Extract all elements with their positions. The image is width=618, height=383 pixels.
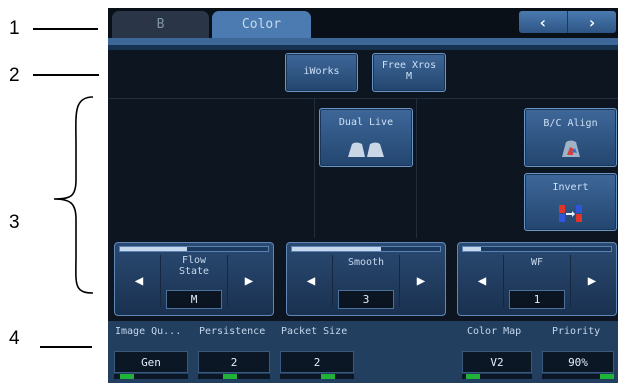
wf-decrease-button[interactable]: ◀ [462,255,502,307]
triangle-right-icon: ▶ [244,273,254,289]
triangle-right-icon: ▶ [416,273,426,289]
iworks-label: iWorks [303,66,340,77]
triangle-right-icon: ▶ [587,273,597,289]
smooth-title: Smooth [347,257,385,268]
param-priority[interactable]: Priority 90% [540,321,616,383]
iworks-button[interactable]: iWorks [285,53,358,92]
free-xros-mode: M [405,71,413,82]
tab-color[interactable]: Color [212,11,311,38]
bc-align-button[interactable]: B/C Align [524,108,617,167]
callout-3: 3 [9,212,20,233]
callout-1-line [33,28,98,30]
wf-value: 1 [509,290,565,309]
wf-increase-button[interactable]: ▶ [572,255,612,307]
param-indicator [280,374,354,379]
param-value: V2 [462,351,532,373]
parameter-strip: Image Qu... Gen Persistence 2 Packet Siz… [108,321,618,383]
param-indicator-mark [465,374,480,379]
param-value: 2 [198,351,270,373]
knob-separator [227,255,228,307]
next-page-button[interactable]: › [568,11,616,33]
chevron-left-icon: ‹ [538,12,548,32]
smooth-value: 3 [338,290,394,309]
previous-page-button[interactable]: ‹ [519,11,568,33]
invert-colormap-icon [559,205,582,222]
section-divider [108,98,618,99]
param-image-quality[interactable]: Image Qu... Gen [112,321,190,383]
flow-state-knob[interactable]: ◀ Flow State M ▶ [114,242,274,316]
param-persistence[interactable]: Persistence 2 [196,321,272,383]
param-indicator-mark [223,374,238,379]
param-name: Priority [552,326,601,337]
param-indicator-mark [599,374,614,379]
flow-state-title-line2: State [178,266,210,277]
wf-title: WF [530,257,544,268]
triangle-left-icon: ◀ [134,273,144,289]
wf-level-bar [462,246,612,252]
flow-state-decrease-button[interactable]: ◀ [119,255,159,307]
align-icon [562,140,580,157]
knob-separator [570,255,571,307]
param-value: 90% [542,351,614,373]
invert-button[interactable]: Invert [524,173,617,231]
callout-1: 1 [9,18,20,39]
tab-b[interactable]: B [112,11,209,38]
triangle-left-icon: ◀ [306,273,316,289]
dual-live-label: Dual Live [338,117,394,128]
smooth-level-fill [292,247,381,251]
wf-knob[interactable]: ◀ WF 1 ▶ [457,242,617,316]
param-indicator [462,374,532,379]
header-band [108,45,618,50]
param-indicator-mark [320,374,335,379]
param-indicator [114,374,188,379]
flow-state-level-fill [120,247,187,251]
tab-underline [108,38,618,45]
callout-2-line [33,74,99,76]
wf-level-fill [463,247,481,251]
page-nav: ‹ › [519,11,616,33]
column-divider-2 [416,98,417,238]
callout-3-brace [53,96,94,294]
param-indicator [198,374,270,379]
param-value: 2 [280,351,354,373]
flow-state-title-line1: Flow [181,255,207,266]
flow-state-title: Flow State [161,255,227,277]
smooth-decrease-button[interactable]: ◀ [291,255,331,307]
bc-align-label: B/C Align [543,118,598,129]
smooth-increase-button[interactable]: ▶ [401,255,441,307]
param-value: Gen [114,351,188,373]
flow-state-level-bar [119,246,269,252]
param-name: Packet Size [281,326,348,337]
param-name: Image Qu... [115,326,182,337]
chevron-right-icon: › [587,12,597,32]
callout-2: 2 [9,65,20,86]
tab-bar: B Color ‹ › [108,8,618,38]
param-indicator [542,374,614,379]
flow-state-value: M [166,290,222,309]
free-xros-button[interactable]: Free Xros M [372,53,446,92]
param-packet-size[interactable]: Packet Size 2 [278,321,356,383]
column-divider-1 [314,98,315,238]
dual-live-button[interactable]: Dual Live [319,108,413,167]
param-name: Persistence [199,326,266,337]
triangle-left-icon: ◀ [477,273,487,289]
param-indicator-mark [119,374,134,379]
knob-separator [399,255,400,307]
callout-4-line [40,346,92,348]
callout-4: 4 [9,328,20,349]
touch-screen: B Color ‹ › iWorks Free Xros M Dual Live… [108,8,618,383]
smooth-knob[interactable]: ◀ Smooth 3 ▶ [286,242,446,316]
smooth-level-bar [291,246,441,252]
param-name: Color Map [467,326,522,337]
free-xros-label: Free Xros [381,60,437,71]
invert-label: Invert [552,182,589,193]
flow-state-increase-button[interactable]: ▶ [229,255,269,307]
param-color-map[interactable]: Color Map V2 [460,321,534,383]
dual-image-icon [348,142,384,157]
